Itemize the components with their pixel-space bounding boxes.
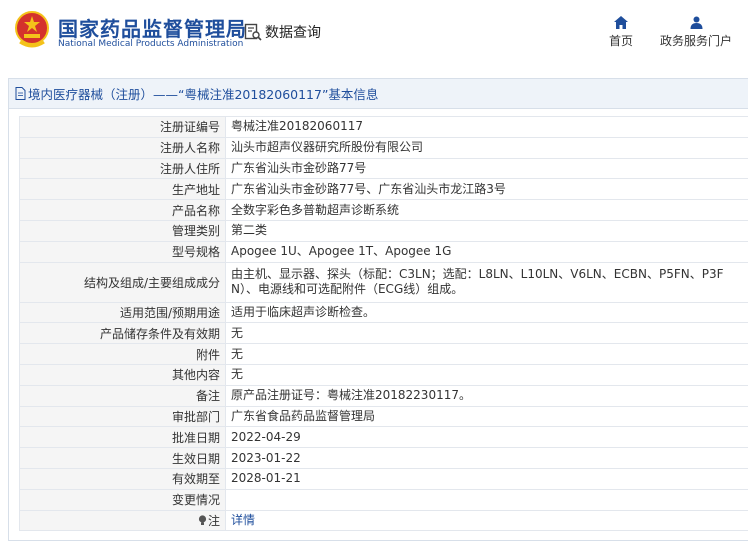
field-label: 批准日期 xyxy=(19,426,226,449)
note-value-cell: 详情 xyxy=(225,509,748,532)
field-label: 其他内容 xyxy=(19,363,226,386)
field-label: 型号规格 xyxy=(19,240,226,263)
field-value-line: 由主机、显示器、探头（标配：C3LN；选配：L8LN、L10LN、V6LN、EC… xyxy=(231,267,724,282)
field-value-line: N）、电源线和可选配附件（ECG线）组成。 xyxy=(231,282,464,297)
field-label: 附件 xyxy=(19,343,226,365)
field-label: 注册人名称 xyxy=(19,136,226,159)
table-row: 生效日期 2023-01-22 xyxy=(19,447,748,469)
field-label: 生效日期 xyxy=(19,447,226,469)
table-row: 变更情况 xyxy=(19,488,748,511)
table-row: 有效期至 2028-01-21 xyxy=(19,467,748,490)
table-row: 注册人住所 广东省汕头市金砂路77号 xyxy=(19,157,748,180)
field-value: 2028-01-21 xyxy=(225,467,748,490)
field-label: 产品名称 xyxy=(19,199,226,221)
field-label: 备注 xyxy=(19,384,226,407)
panel-title-text: 境内医疗器械（注册）——“粤械注准20182060117”基本信息 xyxy=(28,87,379,102)
table-row: 注册证编号 粤械注准20182060117 xyxy=(19,116,748,138)
table-row: 注 详情 xyxy=(19,509,748,532)
field-value: 全数字彩色多普勒超声诊断系统 xyxy=(225,199,748,221)
field-label: 注册人住所 xyxy=(19,157,226,180)
table-row: 型号规格 Apogee 1U、Apogee 1T、Apogee 1G xyxy=(19,240,748,263)
details-link[interactable]: 详情 xyxy=(231,513,255,527)
field-value: 2022-04-29 xyxy=(225,426,748,449)
detail-table: 注册证编号 粤械注准20182060117 注册人名称 汕头市超声仪器研究所股份… xyxy=(19,116,748,532)
field-label: 审批部门 xyxy=(19,405,226,428)
field-value: 第二类 xyxy=(225,219,748,242)
field-label: 管理类别 xyxy=(19,219,226,242)
field-label: 产品储存条件及有效期 xyxy=(19,322,226,345)
site-subtitle: National Medical Products Administration xyxy=(58,39,244,49)
nav-home[interactable]: 首页 xyxy=(606,16,636,49)
detail-panel: 境内医疗器械（注册）——“粤械注准20182060117”基本信息 注册证编号 … xyxy=(8,78,748,541)
field-value xyxy=(225,488,748,511)
national-emblem-icon xyxy=(15,11,49,48)
field-value: 无 xyxy=(225,322,748,345)
field-value: 2023-01-22 xyxy=(225,447,748,469)
table-row: 附件 无 xyxy=(19,343,748,365)
field-value: 汕头市超声仪器研究所股份有限公司 xyxy=(225,136,748,159)
field-value: 无 xyxy=(225,343,748,365)
nav-gov-portal[interactable]: 政务服务门户 xyxy=(658,16,734,49)
data-query-link[interactable]: 数据查询 xyxy=(244,22,321,42)
table-row: 备注 原产品注册证号：粤械注准20182230117。 xyxy=(19,384,748,407)
field-label: 结构及组成/主要组成成分 xyxy=(19,261,226,303)
field-label: 生产地址 xyxy=(19,178,226,201)
home-icon xyxy=(614,16,628,29)
field-value: 适用于临床超声诊断检查。 xyxy=(225,301,748,324)
field-value: 广东省食品药品监督管理局 xyxy=(225,405,748,428)
field-value: 由主机、显示器、探头（标配：C3LN；选配：L8LN、L10LN、V6LN、EC… xyxy=(225,261,748,303)
field-value: 粤械注准20182060117 xyxy=(225,116,748,138)
table-row: 批准日期 2022-04-29 xyxy=(19,426,748,449)
panel-title: 境内医疗器械（注册）——“粤械注准20182060117”基本信息 xyxy=(9,79,748,109)
note-label-cell: 注 xyxy=(19,509,226,532)
document-icon xyxy=(15,87,26,100)
field-label: 适用范围/预期用途 xyxy=(19,301,226,324)
user-icon xyxy=(690,16,702,29)
field-label: 注 xyxy=(207,513,220,528)
table-row: 结构及组成/主要组成成分 由主机、显示器、探头（标配：C3LN；选配：L8LN、… xyxy=(19,261,748,303)
field-value: 广东省汕头市金砂路77号、广东省汕头市龙江路3号 xyxy=(225,178,748,201)
nav-home-label: 首页 xyxy=(608,34,633,48)
table-row: 产品名称 全数字彩色多普勒超声诊断系统 xyxy=(19,199,748,221)
field-value: 无 xyxy=(225,363,748,386)
nav-gov-label: 政务服务门户 xyxy=(659,34,732,48)
field-label: 变更情况 xyxy=(19,488,226,511)
table-row: 管理类别 第二类 xyxy=(19,219,748,242)
site-header: 国家药品监督管理局 National Medical Products Admi… xyxy=(0,0,748,66)
table-row: 产品储存条件及有效期 无 xyxy=(19,322,748,345)
field-value: Apogee 1U、Apogee 1T、Apogee 1G xyxy=(225,240,748,263)
site-title: 国家药品监督管理局 xyxy=(58,17,247,41)
table-row: 注册人名称 汕头市超声仪器研究所股份有限公司 xyxy=(19,136,748,159)
table-row: 适用范围/预期用途 适用于临床超声诊断检查。 xyxy=(19,301,748,324)
table-row: 其他内容 无 xyxy=(19,363,748,386)
lightbulb-icon xyxy=(198,515,207,525)
field-label: 有效期至 xyxy=(19,467,226,490)
field-value: 原产品注册证号：粤械注准20182230117。 xyxy=(225,384,748,407)
search-document-icon xyxy=(244,23,262,41)
table-row: 生产地址 广东省汕头市金砂路77号、广东省汕头市龙江路3号 xyxy=(19,178,748,201)
data-query-label: 数据查询 xyxy=(265,25,321,41)
field-label: 注册证编号 xyxy=(19,116,226,138)
table-row: 审批部门 广东省食品药品监督管理局 xyxy=(19,405,748,428)
field-value: 广东省汕头市金砂路77号 xyxy=(225,157,748,180)
